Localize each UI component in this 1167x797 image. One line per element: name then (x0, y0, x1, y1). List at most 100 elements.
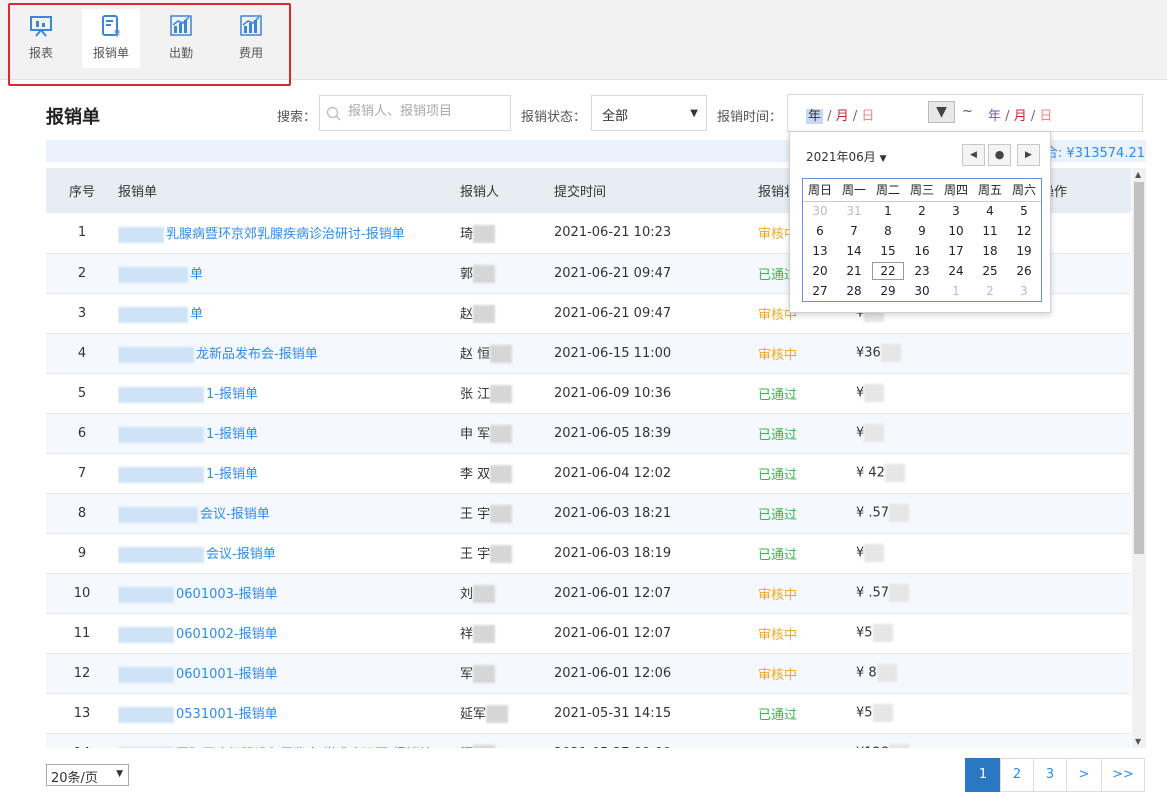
calendar-day[interactable]: 22 (871, 261, 905, 281)
cell-title-link[interactable]: 1-报销单 (118, 453, 460, 493)
cell-title-link[interactable]: 0601001-报销单 (118, 653, 460, 693)
calendar-day[interactable]: 11 (973, 221, 1007, 241)
page-size-select[interactable]: 20条/页 ▼ (46, 764, 129, 786)
table-row[interactable]: 12 0601001-报销单 军 2021-06-01 12:06 审核中 ¥ 8 - (46, 653, 1131, 693)
calendar-day[interactable]: 9 (905, 221, 939, 241)
cell-title-link[interactable]: 国际医疗仪器设备展览会 学术会议区-报销单 (118, 733, 460, 748)
date-from-year[interactable]: 年 (806, 109, 824, 124)
calendar-month-select[interactable]: 2021年06月 ▼ (806, 148, 887, 165)
date-from-month[interactable]: 月 (836, 109, 849, 124)
calendar-next-button[interactable]: ▶ (1017, 144, 1040, 166)
date-to-year[interactable]: 年 (988, 109, 1001, 124)
calendar-day[interactable]: 21 (837, 261, 871, 281)
calendar-day[interactable]: 2 (973, 281, 1007, 301)
calendar-day[interactable]: 1 (939, 281, 973, 301)
calendar-dropdown-button[interactable]: ▼ (928, 101, 955, 123)
calendar-day[interactable]: 12 (1007, 221, 1041, 241)
status-select[interactable]: 全部 ▼ (591, 95, 707, 131)
calendar-day[interactable]: 30 (803, 201, 837, 221)
table-row[interactable]: 5 1-报销单 张 江 2021-06-09 10:36 已通过 ¥ - (46, 373, 1131, 413)
calendar-day[interactable]: 29 (871, 281, 905, 301)
calendar-day[interactable]: 1 (871, 201, 905, 221)
page-button[interactable]: 2 (1000, 758, 1034, 792)
search-field[interactable] (319, 95, 511, 131)
page-button[interactable]: 1 (965, 758, 1001, 792)
search-input[interactable] (348, 104, 503, 119)
calendar-day[interactable]: 18 (973, 241, 1007, 261)
scroll-down-icon[interactable]: ▼ (1135, 737, 1141, 746)
table-row[interactable]: 13 0531001-报销单 延军 2021-05-31 14:15 已通过 ¥5 - (46, 693, 1131, 733)
date-to-day[interactable]: 日 (1039, 109, 1052, 124)
calendar-day[interactable]: 13 (803, 241, 837, 261)
cell-title-text[interactable]: 乳腺病暨环京郊乳腺疾病诊治研讨-报销单 (166, 227, 405, 242)
cell-title-text[interactable]: 会议-报销单 (206, 547, 276, 562)
calendar-day[interactable]: 23 (905, 261, 939, 281)
page-button[interactable]: > (1066, 758, 1102, 792)
calendar-day[interactable]: 7 (837, 221, 871, 241)
date-from-input[interactable]: 年 / 月 / 日 (806, 105, 874, 124)
cell-title-text[interactable]: 1-报销单 (206, 467, 258, 482)
cell-title-text[interactable]: 0601003-报销单 (176, 587, 278, 602)
calendar-day[interactable]: 31 (837, 201, 871, 221)
table-scrollbar[interactable]: ▲ ▼ (1132, 168, 1146, 748)
cell-title-text[interactable]: 1-报销单 (206, 427, 258, 442)
cell-title-link[interactable]: 1-报销单 (118, 373, 460, 413)
table-row[interactable]: 14 国际医疗仪器设备展览会 学术会议区-报销单 恒 2021-05-27 09:00… (46, 733, 1131, 748)
scroll-up-icon[interactable]: ▲ (1135, 170, 1141, 179)
cell-title-text[interactable]: 会议-报销单 (200, 507, 270, 522)
calendar-day[interactable]: 28 (837, 281, 871, 301)
page-button[interactable]: >> (1101, 758, 1145, 792)
cell-title-link[interactable]: 乳腺病暨环京郊乳腺疾病诊治研讨-报销单 (118, 213, 460, 253)
date-to-month[interactable]: 月 (1014, 109, 1027, 124)
cell-title-text[interactable]: 0531001-报销单 (176, 707, 278, 722)
table-row[interactable]: 11 0601002-报销单 祥 2021-06-01 12:07 审核中 ¥5 - (46, 613, 1131, 653)
calendar-day[interactable]: 15 (871, 241, 905, 261)
cell-title-link[interactable]: 单 (118, 293, 460, 333)
cell-title-text[interactable]: 单 (190, 267, 203, 282)
cell-title-link[interactable]: 单 (118, 253, 460, 293)
calendar-day[interactable]: 24 (939, 261, 973, 281)
calendar-day[interactable]: 25 (973, 261, 1007, 281)
calendar-day[interactable]: 26 (1007, 261, 1041, 281)
calendar-day[interactable]: 14 (837, 241, 871, 261)
calendar-day[interactable]: 3 (939, 201, 973, 221)
calendar-day[interactable]: 27 (803, 281, 837, 301)
calendar-day[interactable]: 5 (1007, 201, 1041, 221)
calendar-day[interactable]: 4 (973, 201, 1007, 221)
table-row[interactable]: 6 1-报销单 申 军 2021-06-05 18:39 已通过 ¥ - (46, 413, 1131, 453)
table-row[interactable]: 8 会议-报销单 王 宇 2021-06-03 18:21 已通过 ¥ .57 - (46, 493, 1131, 533)
cell-title-text[interactable]: 单 (190, 307, 203, 322)
table-row[interactable]: 4 龙新品发布会-报销单 赵 恒 2021-06-15 11:00 审核中 ¥36 - (46, 333, 1131, 373)
date-to-input[interactable]: 年 / 月 / 日 (988, 105, 1052, 124)
cell-title-text[interactable]: 0601001-报销单 (176, 667, 278, 682)
cell-title-link[interactable]: 1-报销单 (118, 413, 460, 453)
calendar-prev-button[interactable]: ◀ (962, 144, 985, 166)
cell-title-link[interactable]: 0601002-报销单 (118, 613, 460, 653)
table-row[interactable]: 10 0601003-报销单 刘 2021-06-01 12:07 审核中 ¥ .57 - (46, 573, 1131, 613)
cell-title-text[interactable]: 1-报销单 (206, 387, 258, 402)
calendar-day[interactable]: 2 (905, 201, 939, 221)
cell-title-link[interactable]: 龙新品发布会-报销单 (118, 333, 460, 373)
cell-title-text[interactable]: 0601002-报销单 (176, 627, 278, 642)
cell-title-link[interactable]: 0531001-报销单 (118, 693, 460, 733)
calendar-day[interactable]: 8 (871, 221, 905, 241)
table-row[interactable]: 9 会议-报销单 王 宇 2021-06-03 18:19 已通过 ¥ - (46, 533, 1131, 573)
calendar-day[interactable]: 10 (939, 221, 973, 241)
calendar-day[interactable]: 6 (803, 221, 837, 241)
date-range-field[interactable]: 年 / 月 / 日 ▼ ~ 年 / 月 / 日 (787, 94, 1143, 132)
calendar-today-button[interactable]: ● (988, 144, 1011, 166)
cell-title-link[interactable]: 0601003-报销单 (118, 573, 460, 613)
cell-title-link[interactable]: 会议-报销单 (118, 493, 460, 533)
cell-title-text[interactable]: 龙新品发布会-报销单 (196, 347, 318, 362)
calendar-day[interactable]: 3 (1007, 281, 1041, 301)
cell-title-text[interactable]: 国际医疗仪器设备展览会 学术会议区-报销单 (176, 747, 432, 748)
calendar-day[interactable]: 16 (905, 241, 939, 261)
cell-title-link[interactable]: 会议-报销单 (118, 533, 460, 573)
date-from-day[interactable]: 日 (861, 109, 874, 124)
calendar-day[interactable]: 17 (939, 241, 973, 261)
calendar-day[interactable]: 20 (803, 261, 837, 281)
scrollbar-thumb[interactable] (1134, 182, 1144, 554)
calendar-day[interactable]: 19 (1007, 241, 1041, 261)
calendar-day[interactable]: 30 (905, 281, 939, 301)
page-button[interactable]: 3 (1033, 758, 1067, 792)
